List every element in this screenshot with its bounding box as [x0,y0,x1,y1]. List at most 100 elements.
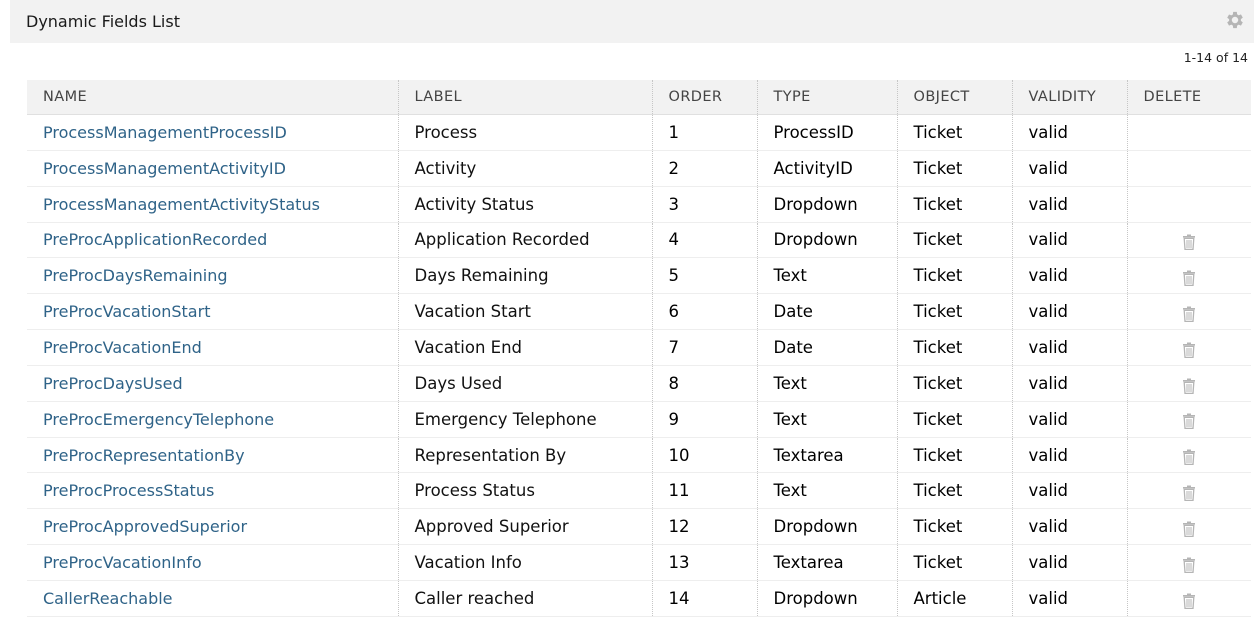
cell-object: Ticket [897,401,1013,438]
cell-order: 13 [652,544,758,581]
cell-label: Application Recorded [398,222,653,259]
cell-label: Vacation Start [398,293,653,331]
cell-name: ProcessManagementActivityStatus [27,186,399,223]
cell-label: Days Remaining [398,257,653,295]
trash-icon[interactable] [1182,342,1196,358]
cell-delete [1127,114,1251,151]
field-name-link[interactable]: PreProcVacationStart [43,302,210,321]
table-row: PreProcApprovedSuperior Approved Superior… [27,508,1251,546]
cell-order: 10 [652,437,758,474]
field-name-link[interactable]: PreProcRepresentationBy [43,446,245,465]
cell-order: 11 [652,472,758,510]
cell-name: ProcessManagementProcessID [27,114,399,151]
field-name-link[interactable]: ProcessManagementActivityStatus [43,195,320,214]
cell-validity: valid [1012,580,1128,617]
cell-object: Ticket [897,544,1013,581]
cell-order: 5 [652,257,758,295]
cell-delete [1127,150,1251,187]
field-name-link[interactable]: ProcessManagementActivityID [43,159,286,178]
cell-delete [1127,222,1251,259]
cell-delete [1127,580,1251,617]
widget-header: Dynamic Fields List [10,0,1254,43]
cell-delete [1127,401,1251,438]
cell-label: Caller reached [398,580,653,617]
cell-type: ProcessID [757,114,898,151]
trash-icon[interactable] [1182,593,1196,609]
cell-name: PreProcRepresentationBy [27,437,399,474]
cell-validity: valid [1012,508,1128,546]
column-header-validity[interactable]: VALIDITY [1012,80,1128,115]
trash-icon[interactable] [1182,270,1196,287]
cell-validity: valid [1012,150,1128,187]
cell-type: Text [757,257,898,295]
field-name-link[interactable]: PreProcVacationInfo [43,553,202,572]
table-row: PreProcProcessStatus Process Status 11 Text… [27,472,1251,510]
field-name-link[interactable]: PreProcDaysRemaining [43,266,228,285]
gear-icon[interactable] [1224,9,1246,31]
cell-type: Dropdown [757,186,898,223]
trash-icon[interactable] [1182,306,1196,322]
table-row: PreProcVacationInfo Vacation Info 13 Textar… [27,544,1251,581]
cell-order: 8 [652,365,758,402]
cell-type: Text [757,472,898,510]
cell-label: Representation By [398,437,653,474]
column-header-type[interactable]: TYPE [757,80,898,115]
trash-icon[interactable] [1182,378,1196,394]
cell-label: Days Used [398,365,653,402]
trash-icon[interactable] [1182,521,1196,537]
cell-order: 3 [652,186,758,223]
cell-name: CallerReachable [27,580,399,617]
table-row: PreProcDaysRemaining Days Remaining 5 Text T… [27,257,1251,295]
cell-delete [1127,329,1251,366]
column-header-name[interactable]: NAME [27,80,399,115]
trash-icon[interactable] [1182,413,1196,430]
column-header-order[interactable]: ORDER [652,80,758,115]
cell-name: PreProcVacationStart [27,293,399,331]
cell-name: PreProcVacationInfo [27,544,399,581]
cell-validity: valid [1012,222,1128,259]
cell-validity: valid [1012,472,1128,510]
trash-icon[interactable] [1182,485,1196,502]
cell-delete [1127,472,1251,510]
trash-icon[interactable] [1182,557,1196,573]
cell-object: Ticket [897,472,1013,510]
cell-label: Emergency Telephone [398,401,653,438]
field-name-link[interactable]: PreProcApplicationRecorded [43,230,267,249]
cell-delete [1127,365,1251,402]
cell-name: ProcessManagementActivityID [27,150,399,187]
field-name-link[interactable]: CallerReachable [43,589,173,608]
cell-delete [1127,437,1251,474]
cell-delete [1127,257,1251,295]
cell-order: 4 [652,222,758,259]
cell-delete [1127,186,1251,223]
field-name-link[interactable]: PreProcProcessStatus [43,481,214,500]
column-header-object[interactable]: OBJECT [897,80,1013,115]
field-name-link[interactable]: ProcessManagementProcessID [43,123,287,142]
page-title: Dynamic Fields List [26,12,180,31]
field-name-link[interactable]: PreProcEmergencyTelephone [43,410,274,429]
field-name-link[interactable]: PreProcVacationEnd [43,338,202,357]
cell-label: Vacation Info [398,544,653,581]
cell-type: Text [757,365,898,402]
field-name-link[interactable]: PreProcDaysUsed [43,374,183,393]
trash-icon[interactable] [1182,234,1196,251]
cell-object: Ticket [897,365,1013,402]
cell-type: Textarea [757,544,898,581]
table-header-row: NAME LABEL ORDER TYPE OBJECT VALIDITY DE… [27,80,1251,115]
cell-delete [1127,508,1251,546]
table-row: PreProcApplicationRecorded Application Re… [27,222,1251,259]
cell-validity: valid [1012,329,1128,366]
cell-type: Date [757,293,898,331]
cell-order: 12 [652,508,758,546]
table-row: PreProcEmergencyTelephone Emergency Telep… [27,401,1251,438]
table-row: PreProcRepresentationBy Representation By… [27,437,1251,474]
cell-type: Textarea [757,437,898,474]
cell-delete [1127,293,1251,331]
pagination-info: 1-14 of 14 [1183,50,1248,65]
column-header-label[interactable]: LABEL [398,80,653,115]
field-name-link[interactable]: PreProcApprovedSuperior [43,517,247,536]
dynamic-fields-table: NAME LABEL ORDER TYPE OBJECT VALIDITY DE… [27,80,1251,617]
trash-icon[interactable] [1182,449,1196,466]
table-row: ProcessManagementActivityID Activity 2 Acti… [27,150,1251,187]
table-row: PreProcVacationStart Vacation Start 6 Date T… [27,293,1251,331]
